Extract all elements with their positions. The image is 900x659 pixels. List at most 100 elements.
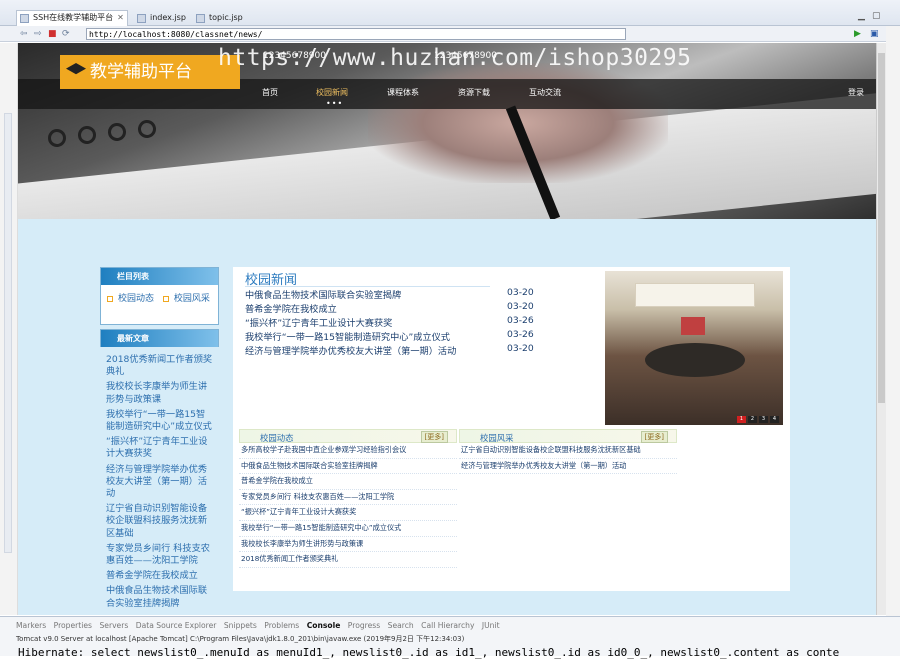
- table: [645, 343, 745, 377]
- latest-articles-list: 2018优秀新闻工作者颁奖典礼 我校校长李康举为师生讲形势与政策课 我校举行“一…: [100, 351, 219, 615]
- link-label: 校园风采: [173, 294, 210, 304]
- article-link[interactable]: 我校校长李康举为师生讲形势与政策课: [106, 381, 214, 405]
- more-button[interactable]: [更多]: [420, 431, 448, 443]
- nav-downloads[interactable]: 资源下载: [458, 87, 490, 98]
- view-tab-datasource[interactable]: Data Source Explorer: [136, 621, 217, 630]
- site-logo[interactable]: 教学辅助平台: [60, 55, 240, 89]
- list-item[interactable]: 2018优秀新闻工作者颁奖典礼: [239, 552, 457, 568]
- go-icon[interactable]: ▶: [854, 29, 861, 39]
- forward-icon[interactable]: ⇨: [34, 29, 42, 39]
- article-link[interactable]: 中俄食品生物技术国际联合实验室挂牌揭牌: [106, 585, 214, 609]
- nav-news[interactable]: 校园新闻: [316, 87, 348, 98]
- news-photo[interactable]: 1234: [605, 271, 783, 425]
- graduation-cap-icon: [66, 63, 86, 75]
- nav-courses[interactable]: 课程体系: [387, 87, 419, 98]
- hero-banner: 教学辅助平台 12345678900 12345678900 https://w…: [18, 43, 876, 219]
- list-item[interactable]: 辽宁省自动识别智能设备校企联盟科技服务沈抚新区基础: [459, 443, 677, 459]
- dongtai-section: 校园动态 [更多] 多所高校学子赴我国中直企业参观学习经验指引会议 中俄食品生物技…: [239, 429, 457, 568]
- news-text: “振兴杯”辽宁青年工业设计大赛获奖: [245, 318, 393, 329]
- column-list-box: 栏目列表 校园动态 校园风采: [100, 267, 219, 325]
- list-item[interactable]: 我校校长李康举为师生讲形势与政策课: [239, 537, 457, 553]
- view-tab-problems[interactable]: Problems: [264, 621, 299, 630]
- right-gutter: [886, 26, 900, 616]
- news-text: 经济与管理学院举办优秀校友大讲堂（第一期）活动: [245, 346, 457, 357]
- page-icon: [20, 14, 29, 23]
- slide-dots: 1234: [735, 413, 779, 423]
- tab-label: SSH在线教学辅助平台: [33, 13, 114, 22]
- watermark: https://www.huzhan.com/ishop30295: [218, 45, 692, 71]
- nav-interaction[interactable]: 互动交流: [529, 87, 561, 98]
- file-icon: [196, 14, 205, 23]
- news-date: 03-20: [507, 301, 534, 312]
- list-item[interactable]: “振兴杯”辽宁青年工业设计大赛获奖: [239, 505, 457, 521]
- scroll-thumb[interactable]: [878, 53, 885, 403]
- fengcai-section: 校园风采 [更多] 辽宁省自动识别智能设备校企联盟科技服务沈抚新区基础 经济与管理…: [459, 429, 677, 475]
- article-link[interactable]: 辽宁省自动识别智能设备校企联盟科技服务沈抚新区基础: [106, 503, 214, 540]
- bullet-icon: [107, 295, 113, 302]
- article-link[interactable]: 2018优秀新闻工作者颁奖典礼: [106, 354, 214, 378]
- link-dongtai[interactable]: 校园动态: [107, 291, 154, 304]
- dongtai-title: 校园动态: [260, 433, 294, 443]
- more-button[interactable]: [更多]: [640, 431, 668, 443]
- close-icon[interactable]: ✕: [117, 13, 124, 22]
- file-icon: [137, 14, 146, 23]
- stop-icon[interactable]: ■: [48, 29, 57, 39]
- slide-dot[interactable]: 3: [759, 416, 768, 423]
- back-icon[interactable]: ⇦: [20, 29, 28, 39]
- tab-ssh[interactable]: SSH在线教学辅助平台 ✕: [16, 10, 128, 26]
- list-item[interactable]: 经济与管理学院举办优秀校友大讲堂（第一期）活动: [459, 459, 677, 475]
- view-tab-markers[interactable]: Markers: [16, 621, 46, 630]
- view-tab-search[interactable]: Search: [388, 621, 414, 630]
- view-tab-progress[interactable]: Progress: [348, 621, 380, 630]
- content-area: 栏目列表 校园动态 校园风采 最新文章 2018优秀新闻工作者颁奖典礼 我校校长…: [100, 267, 808, 615]
- page-scrollbar[interactable]: [876, 43, 886, 615]
- article-link[interactable]: 普希金学院在我校成立: [106, 570, 214, 582]
- list-item[interactable]: 我校举行“一带一路15智能制造研究中心”成立仪式: [239, 521, 457, 537]
- news-item[interactable]: “振兴杯”辽宁青年工业设计大赛获奖 03-26: [245, 315, 585, 329]
- tab-topic[interactable]: topic.jsp: [193, 11, 243, 25]
- article-link[interactable]: 经济与管理学院举办优秀校友大讲堂（第一期）活动: [106, 464, 214, 501]
- list-item[interactable]: 多所高校学子赴我国中直企业参观学习经验指引会议: [239, 443, 457, 459]
- news-date: 03-26: [507, 329, 534, 340]
- column-list-title: 栏目列表: [101, 268, 218, 285]
- minimize-icon[interactable]: ▁: [858, 11, 865, 21]
- left-gutter: [0, 43, 18, 615]
- refresh-icon[interactable]: ⟳: [62, 29, 70, 39]
- article-link[interactable]: 专家党员乡间行 科技支农惠百姓——沈阳工学院: [106, 543, 214, 567]
- view-tab-junit[interactable]: JUnit: [482, 621, 500, 630]
- news-text: 我校举行“一带一路15智能制造研究中心”成立仪式: [245, 332, 450, 343]
- url-input[interactable]: [86, 28, 626, 40]
- article-link[interactable]: 我校举行“一带一路15智能制造研究中心”成立仪式: [106, 409, 214, 433]
- maximize-icon[interactable]: ▢: [872, 11, 881, 21]
- tab-index[interactable]: index.jsp: [134, 11, 186, 25]
- latest-articles-box: 最新文章: [100, 329, 219, 347]
- browser-menu-icon[interactable]: ▣: [870, 29, 879, 39]
- list-item[interactable]: 普希金学院在我校成立: [239, 474, 457, 490]
- news-text: 普希金学院在我校成立: [245, 304, 337, 315]
- view-tab-callhierarchy[interactable]: Call Hierarchy: [421, 621, 474, 630]
- address-toolbar: ⇦ ⇨ ■ ⟳ ▶ ▣: [0, 26, 900, 42]
- news-title: 校园新闻: [245, 269, 490, 288]
- fengcai-title: 校园风采: [480, 433, 514, 443]
- news-item[interactable]: 我校举行“一带一路15智能制造研究中心”成立仪式 03-26: [245, 329, 585, 343]
- slide-dot[interactable]: 1: [737, 416, 746, 423]
- nav-home[interactable]: 首页: [262, 87, 278, 98]
- news-item[interactable]: 普希金学院在我校成立 03-20: [245, 301, 585, 315]
- slide-dot[interactable]: 4: [770, 416, 779, 423]
- view-tab-snippets[interactable]: Snippets: [224, 621, 257, 630]
- view-tab-properties[interactable]: Properties: [54, 621, 92, 630]
- news-item[interactable]: 经济与管理学院举办优秀校友大讲堂（第一期）活动 03-20: [245, 343, 585, 357]
- list-item[interactable]: 中俄食品生物技术国际联合实验室挂牌揭牌: [239, 459, 457, 475]
- slide-dot[interactable]: 2: [748, 416, 757, 423]
- article-link[interactable]: “振兴杯”辽宁青年工业设计大赛获奖: [106, 436, 214, 460]
- main-panel: 校园新闻 中俄食品生物技术国际联合实验室揭牌 03-20 普希金学院在我校成立 03…: [233, 267, 790, 591]
- view-tabs: Markers Properties Servers Data Source E…: [16, 621, 505, 630]
- news-date: 03-20: [507, 343, 534, 354]
- logo-text: 教学辅助平台: [90, 62, 192, 82]
- news-item[interactable]: 中俄食品生物技术国际联合实验室揭牌 03-20: [245, 287, 585, 301]
- view-tab-console[interactable]: Console: [307, 621, 341, 630]
- view-tab-servers[interactable]: Servers: [99, 621, 128, 630]
- link-fengcai[interactable]: 校园风采: [162, 291, 210, 304]
- list-item[interactable]: 专家党员乡间行 科技支农惠百姓——沈阳工学院: [239, 490, 457, 506]
- login-link[interactable]: 登录: [848, 87, 864, 98]
